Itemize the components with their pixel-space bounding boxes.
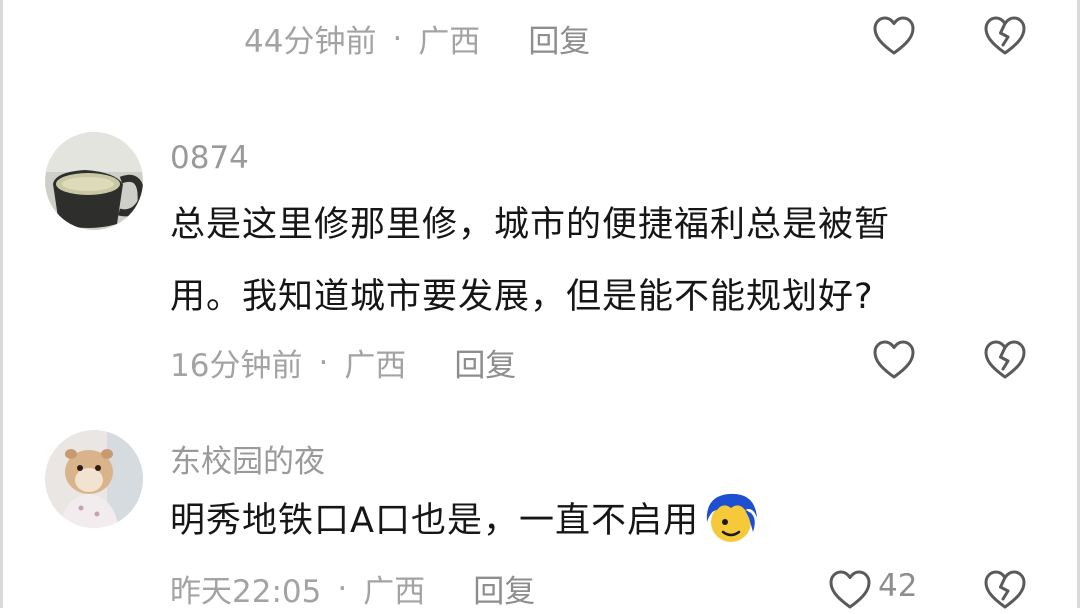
meta-separator: · [392,20,403,57]
dislike-button[interactable] [981,12,1029,60]
screen-edge-left [0,0,3,608]
dislike-button[interactable] [981,566,1029,614]
comment-text: 明秀地铁口A口也是，一直不启用 [170,486,1000,556]
dislike-button[interactable] [981,336,1029,384]
heart-outline-icon [873,340,915,379]
avatar-image [45,430,143,528]
avatar-image [45,132,143,230]
reply-button[interactable]: 回复 [454,340,516,385]
comment-text-line: 用。我知道城市要发展，但是能不能规划好? [170,277,874,317]
reply-button[interactable]: 回复 [528,16,590,61]
comment-text-line: 总是这里修那里修，城市的便捷福利总是被暂 [170,205,891,245]
comment-time: 16分钟前 [170,348,303,384]
like-button[interactable] [870,336,918,384]
comment-location: 广西 [344,348,407,384]
comment-location: 广西 [363,574,426,610]
avatar[interactable] [45,132,143,230]
broken-heart-icon [984,570,1026,609]
like-button[interactable] [826,566,874,614]
comment-meta: 16分钟前 · 广西 回复 [170,340,516,385]
comment-location: 广西 [418,24,481,60]
comment-username[interactable]: 东校园的夜 [170,436,325,481]
like-count: 42 [878,568,918,604]
heart-outline-icon [829,570,871,609]
reply-button[interactable]: 回复 [473,566,535,611]
meta-separator: · [337,570,348,607]
broken-heart-icon [984,16,1026,55]
comment-time: 昨天22:05 [170,574,322,610]
like-button[interactable] [870,12,918,60]
comment-text-content: 明秀地铁口A口也是，一直不启用 [170,501,699,541]
meta-separator: · [318,344,329,381]
comment-meta: 44分钟前 · 广西 回复 [244,16,590,61]
comment-meta: 昨天22:05 · 广西 回复 [170,566,535,611]
heart-outline-icon [873,16,915,55]
avatar[interactable] [45,430,143,528]
broken-heart-icon [984,340,1026,379]
comment-username[interactable]: 0874 [170,140,249,176]
comment-time: 44分钟前 [244,24,377,60]
blue-hair-face-emoji [706,493,757,542]
